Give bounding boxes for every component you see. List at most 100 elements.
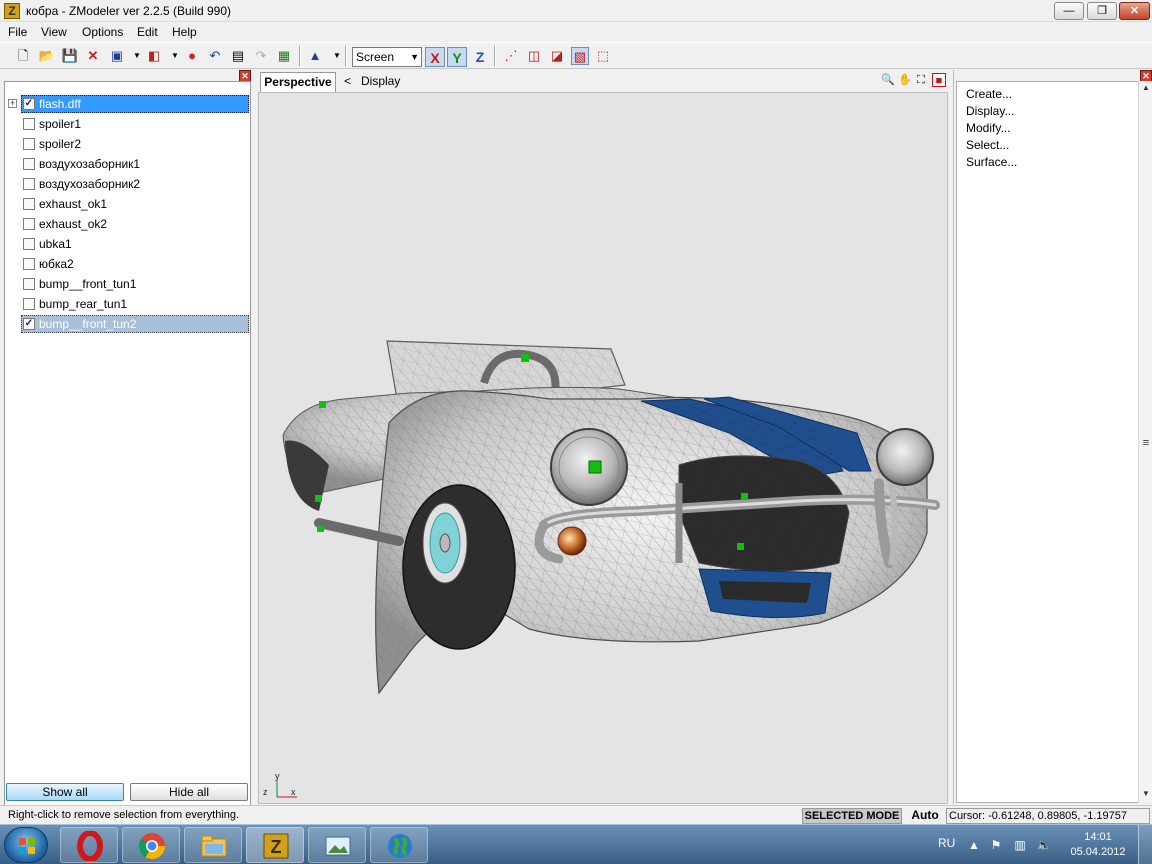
visibility-checkbox[interactable]: [23, 178, 35, 190]
minimize-button[interactable]: —: [1054, 2, 1084, 20]
command-panel-scrollbar[interactable]: ▲ ≡ ▼: [1138, 81, 1152, 803]
record-icon[interactable]: ●: [183, 47, 201, 65]
tree-item[interactable]: юбка2: [5, 254, 250, 274]
status-hint: Right-click to remove selection from eve…: [8, 809, 240, 821]
select-groups-icon[interactable]: ⬚: [594, 47, 612, 65]
show-desktop-button[interactable]: [1138, 825, 1152, 864]
tree-item-bump-front-tun2[interactable]: ✓ bump__front_tun2: [5, 314, 250, 334]
axis-x-toggle[interactable]: X: [425, 47, 445, 67]
menu-edit[interactable]: Edit: [137, 25, 158, 39]
visibility-checkbox[interactable]: ✓: [23, 98, 35, 110]
axis-z-toggle[interactable]: Z: [470, 47, 490, 67]
visibility-checkbox[interactable]: [23, 238, 35, 250]
cone-primitive-icon[interactable]: ▲: [306, 47, 324, 65]
tree-item-label: exhaust_ok2: [39, 217, 108, 231]
export-dropdown-icon[interactable]: ▼: [166, 47, 184, 65]
folder-icon: [201, 835, 227, 857]
show-all-button[interactable]: Show all: [6, 783, 124, 801]
coordinate-space-select[interactable]: Screen ▼: [352, 47, 422, 67]
visibility-checkbox[interactable]: [23, 198, 35, 210]
new-file-icon[interactable]: 🗋: [14, 47, 32, 65]
tree-item[interactable]: ubka1: [5, 234, 250, 254]
action-center-flag-icon[interactable]: ⚑: [988, 837, 1004, 853]
tree-item[interactable]: spoiler1: [5, 114, 250, 134]
select-objects-icon[interactable]: ▧: [571, 47, 589, 65]
toolbar-separator: [299, 46, 301, 66]
tree-item[interactable]: воздухозаборник1: [5, 154, 250, 174]
network-icon[interactable]: ▥: [1012, 837, 1028, 853]
tree-item[interactable]: spoiler2: [5, 134, 250, 154]
visibility-checkbox[interactable]: [23, 118, 35, 130]
menu-file[interactable]: File: [8, 25, 27, 39]
export-icon[interactable]: ◧: [145, 47, 163, 65]
maximize-button[interactable]: ❐: [1087, 2, 1117, 20]
auto-indicator[interactable]: Auto: [906, 808, 944, 824]
command-display[interactable]: Display...: [966, 104, 1014, 118]
start-button[interactable]: [4, 827, 48, 863]
command-modify[interactable]: Modify...: [966, 121, 1010, 135]
visibility-checkbox[interactable]: [23, 258, 35, 270]
select-edges-icon[interactable]: ◫: [525, 47, 543, 65]
primitive-dropdown-icon[interactable]: ▼: [328, 47, 346, 65]
import-dropdown-icon[interactable]: ▼: [128, 47, 146, 65]
volume-icon[interactable]: 🔈: [1036, 837, 1052, 853]
perspective-viewport[interactable]: y z x: [258, 92, 948, 804]
hide-all-button[interactable]: Hide all: [130, 783, 248, 801]
taskbar-photo-viewer[interactable]: [308, 827, 366, 863]
viewport-header: Perspective < Display 🔍 ✋ ⛶ ■: [258, 70, 948, 92]
tree-item[interactable]: bump__front_tun1: [5, 274, 250, 294]
visibility-checkbox[interactable]: ✓: [23, 318, 35, 330]
menu-help[interactable]: Help: [172, 25, 197, 39]
import-icon[interactable]: ▣: [108, 47, 126, 65]
command-create[interactable]: Create...: [966, 87, 1012, 101]
tree-item[interactable]: exhaust_ok1: [5, 194, 250, 214]
visibility-checkbox[interactable]: [23, 158, 35, 170]
visibility-checkbox[interactable]: [23, 138, 35, 150]
scroll-up-icon[interactable]: ▲: [1139, 81, 1152, 95]
redo-icon[interactable]: ↷: [252, 47, 270, 65]
tray-expand-icon[interactable]: ▲: [966, 837, 982, 853]
tree-item[interactable]: exhaust_ok2: [5, 214, 250, 234]
select-vertices-icon[interactable]: ⋰: [502, 47, 520, 65]
command-surface[interactable]: Surface...: [966, 155, 1017, 169]
taskbar-globe-app[interactable]: [370, 827, 428, 863]
menu-options[interactable]: Options: [82, 25, 123, 39]
taskbar-zmodeler[interactable]: Z: [246, 827, 304, 863]
maximize-viewport-icon[interactable]: ■: [932, 73, 946, 87]
render-icon[interactable]: ▦: [275, 47, 293, 65]
scroll-grip-icon[interactable]: ≡: [1139, 436, 1152, 450]
taskbar-explorer[interactable]: [184, 827, 242, 863]
save-icon[interactable]: 💾: [61, 47, 79, 65]
system-clock[interactable]: 14:01 05.04.2012: [1068, 830, 1128, 860]
tree-item[interactable]: bump_rear_tun1: [5, 294, 250, 314]
menu-view[interactable]: View: [41, 25, 67, 39]
back-button[interactable]: <: [344, 74, 351, 88]
select-faces-icon[interactable]: ◪: [548, 47, 566, 65]
fit-view-icon[interactable]: ⛶: [914, 73, 928, 87]
delete-icon[interactable]: ✕: [84, 47, 102, 65]
visibility-checkbox[interactable]: [23, 298, 35, 310]
expand-icon[interactable]: +: [8, 99, 17, 108]
notes-icon[interactable]: ▤: [229, 47, 247, 65]
tree-item[interactable]: воздухозаборник2: [5, 174, 250, 194]
tree-item-flash-dff[interactable]: + ✓ flash.dff: [5, 94, 250, 114]
axis-y-toggle[interactable]: Y: [447, 47, 467, 67]
tab-perspective[interactable]: Perspective: [260, 72, 336, 92]
taskbar-opera[interactable]: [60, 827, 118, 863]
visibility-checkbox[interactable]: [23, 278, 35, 290]
pan-hand-icon[interactable]: ✋: [898, 73, 912, 87]
visibility-checkbox[interactable]: [23, 218, 35, 230]
command-select[interactable]: Select...: [966, 138, 1009, 152]
taskbar-chrome[interactable]: [122, 827, 180, 863]
undo-icon[interactable]: ↶: [206, 47, 224, 65]
zoom-icon[interactable]: 🔍: [881, 73, 895, 87]
selected-mode-indicator[interactable]: SELECTED MODE: [802, 808, 902, 824]
tree-item-label: bump_rear_tun1: [39, 297, 128, 311]
zmodeler-app-icon[interactable]: Z: [4, 3, 20, 19]
tree-item-label: воздухозаборник2: [39, 177, 141, 191]
breadcrumb-display[interactable]: Display: [361, 74, 400, 88]
language-indicator[interactable]: RU: [938, 836, 955, 850]
open-file-icon[interactable]: 📂: [38, 47, 56, 65]
close-button[interactable]: ✕: [1119, 2, 1150, 20]
scroll-down-icon[interactable]: ▼: [1139, 787, 1152, 801]
